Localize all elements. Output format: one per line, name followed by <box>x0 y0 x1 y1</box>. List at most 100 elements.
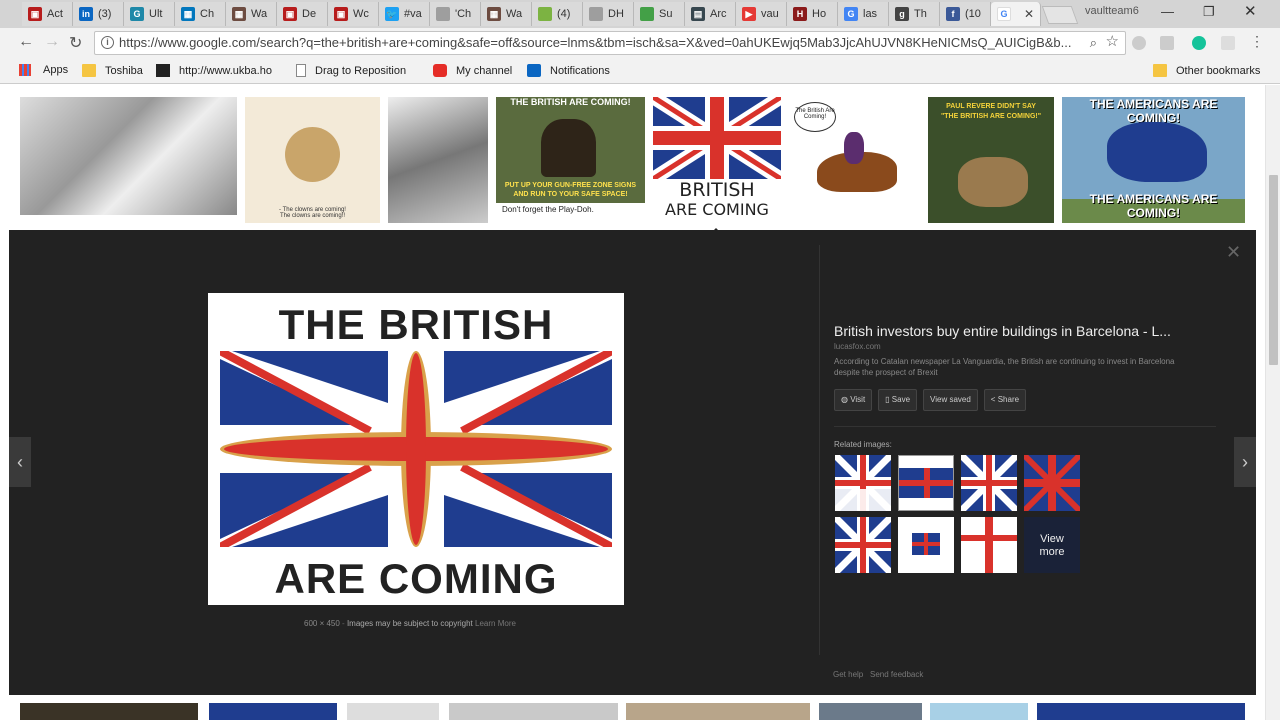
bookmark-label: Toshiba <box>105 64 143 77</box>
tab-label: Act <box>47 8 63 20</box>
menu-icon[interactable]: ⋮ <box>1250 33 1264 50</box>
related-image-6[interactable] <box>898 517 954 573</box>
bookmark-ukba[interactable]: http://www.ukba.ho <box>156 64 279 77</box>
close-preview-icon[interactable]: ✕ <box>1226 242 1241 263</box>
tab-favicon-icon: ▣ <box>334 7 348 21</box>
browser-tab[interactable]: in (3) <box>73 2 124 26</box>
meme-top-text: THE BRITISH ARE COMING! <box>510 97 631 107</box>
share-label: Share <box>997 395 1020 404</box>
save-button[interactable]: ▯ Save <box>878 389 918 411</box>
browser-tab[interactable]: DH <box>583 2 634 26</box>
thumbnail-british-meme[interactable]: THE BRITISH ARE COMING! PUT UP YOUR GUN-… <box>496 97 645 223</box>
cartoon-bubble: The British Are Coming! <box>794 102 836 132</box>
prev-image-arrow-icon[interactable]: ‹ <box>9 437 31 487</box>
thumbnail-bottom-2[interactable] <box>209 703 337 720</box>
extension-d-icon[interactable] <box>1132 36 1146 50</box>
view-saved-button[interactable]: View saved <box>923 389 978 411</box>
browser-tab[interactable]: Glas <box>838 2 889 26</box>
bookmark-drag[interactable]: Drag to Reposition <box>296 64 419 77</box>
browser-tab[interactable]: f (10 <box>940 2 991 26</box>
browser-tab[interactable]: ▦ Wa <box>481 2 532 26</box>
thumbnail-bottom-7[interactable] <box>930 703 1028 720</box>
thumbnail-bottom-8[interactable] <box>1037 703 1245 720</box>
grammarly-icon[interactable] <box>1192 36 1206 50</box>
browser-tab[interactable]: H Ho <box>787 2 838 26</box>
result-title[interactable]: British investors buy entire buildings i… <box>834 323 1171 339</box>
tab-favicon-icon: ▦ <box>487 7 501 21</box>
related-image-3[interactable] <box>961 455 1017 511</box>
extension-tag-icon[interactable] <box>1221 36 1235 50</box>
close-tab-icon[interactable]: ✕ <box>1024 7 1034 21</box>
new-tab-button[interactable] <box>1041 6 1079 24</box>
thumbnail-bottom-3[interactable] <box>347 703 439 720</box>
thumbnail-americans-coming[interactable]: THE AMERICANS ARE COMING! THE AMERICANS … <box>1062 97 1245 223</box>
page-icon <box>296 64 306 77</box>
page-scrollbar[interactable] <box>1265 85 1280 720</box>
related-image-7[interactable] <box>961 517 1017 573</box>
bookmark-toshiba[interactable]: Toshiba <box>82 64 143 77</box>
send-feedback-link[interactable]: Send feedback <box>870 670 923 679</box>
bookmark-other[interactable]: Other bookmarks <box>1153 64 1260 77</box>
back-icon[interactable]: ← <box>18 33 34 51</box>
bookmark-my-channel[interactable]: My channel <box>433 64 512 77</box>
related-image-5[interactable] <box>835 517 891 573</box>
thumbnail-engraving[interactable] <box>20 97 237 215</box>
thumbnail-flag-british-coming[interactable]: BRITISH ARE COMING <box>653 97 781 223</box>
browser-tab[interactable]: G Ult <box>124 2 175 26</box>
thumbnail-bottom-6[interactable] <box>819 703 922 720</box>
related-image-4[interactable] <box>1024 455 1080 511</box>
browser-tab[interactable]: ▣ Wc <box>328 2 379 26</box>
profile-name[interactable]: vaultteam6 <box>1085 5 1139 17</box>
browser-tab[interactable]: ▤ Arc <box>685 2 736 26</box>
thumbnail-horse-cartoon[interactable]: The British Are Coming! <box>789 97 919 223</box>
browser-tab[interactable]: ▦ Ch <box>175 2 226 26</box>
result-description: According to Catalan newspaper La Vangua… <box>834 357 1175 377</box>
thumbnail-bottom-5[interactable] <box>626 703 810 720</box>
extension-ib-icon[interactable] <box>1160 36 1174 50</box>
browser-tab[interactable]: ▶ vau <box>736 2 787 26</box>
address-bar[interactable]: i https://www.google.com/search?q=the+br… <box>94 31 1126 55</box>
tabs: ▣ Act in (3) G Ult ▦ Ch ▦ Wa ▣ De ▣ Wc 🐦 #va 'Ch ▦ Wa (4) DH… <box>22 2 1079 28</box>
get-help-link[interactable]: Get help <box>833 670 863 679</box>
bookmark-apps[interactable]: Apps <box>19 64 68 76</box>
active-tab[interactable]: G ✕ <box>991 2 1041 26</box>
next-image-arrow-icon[interactable]: › <box>1234 437 1256 487</box>
forward-icon[interactable]: → <box>44 33 60 51</box>
thumbnail-bottom-4[interactable] <box>449 703 618 720</box>
close-window-icon[interactable]: ✕ <box>1244 2 1257 20</box>
thumbnail-paul-revere-sketch[interactable] <box>388 97 488 223</box>
restore-icon[interactable]: ❐ <box>1203 4 1215 20</box>
bookmark-icon: ▯ <box>885 395 892 404</box>
browser-tab[interactable]: 'Ch <box>430 2 481 26</box>
thumbnail-clowns-cartoon[interactable]: - The clowns are coming! The clowns are … <box>245 97 380 223</box>
bookmark-notifications[interactable]: Notifications <box>527 64 610 77</box>
browser-tab[interactable]: ▦ Wa <box>226 2 277 26</box>
related-image-8-view-more[interactable]: View more <box>1024 517 1080 573</box>
tab-favicon-icon: g <box>895 7 909 21</box>
reload-icon[interactable]: ↻ <box>69 33 82 53</box>
scrollbar-thumb[interactable] <box>1269 175 1278 365</box>
zoom-icon[interactable]: ⌕ <box>1090 32 1097 54</box>
tab-label: 'Ch <box>455 8 472 20</box>
visit-button[interactable]: ◍ Visit <box>834 389 873 411</box>
browser-tab[interactable]: 🐦 #va <box>379 2 430 26</box>
browser-tab[interactable]: ▣ Act <box>22 2 73 26</box>
browser-tab[interactable]: ▣ De <box>277 2 328 26</box>
browser-tab[interactable]: g Th <box>889 2 940 26</box>
thumbnail-paul-revere-myth[interactable]: PAUL REVERE DIDN'T SAY "THE BRITISH ARE … <box>928 97 1054 223</box>
preview-main-image[interactable]: THE BRITISH ARE COMING <box>208 293 624 605</box>
minimize-icon[interactable]: — <box>1161 4 1174 19</box>
share-button[interactable]: < Share <box>983 389 1027 411</box>
tab-favicon-icon <box>436 7 450 21</box>
meme-line-2: PUT UP YOUR GUN-FREE ZONE SIGNS <box>504 182 637 189</box>
bookmark-star-icon[interactable]: ☆ <box>1106 32 1119 53</box>
related-image-1[interactable] <box>835 455 891 511</box>
browser-tab[interactable]: (4) <box>532 2 583 26</box>
site-info-icon[interactable]: i <box>101 36 114 49</box>
clowns-caption: - The clowns are coming! The clowns are … <box>279 207 346 219</box>
related-image-2[interactable] <box>898 455 954 511</box>
thumbnail-bottom-1[interactable] <box>20 703 198 720</box>
browser-tab[interactable]: Su <box>634 2 685 26</box>
google-favicon-icon: G <box>997 7 1011 21</box>
learn-more-link[interactable]: Learn More <box>475 619 516 628</box>
